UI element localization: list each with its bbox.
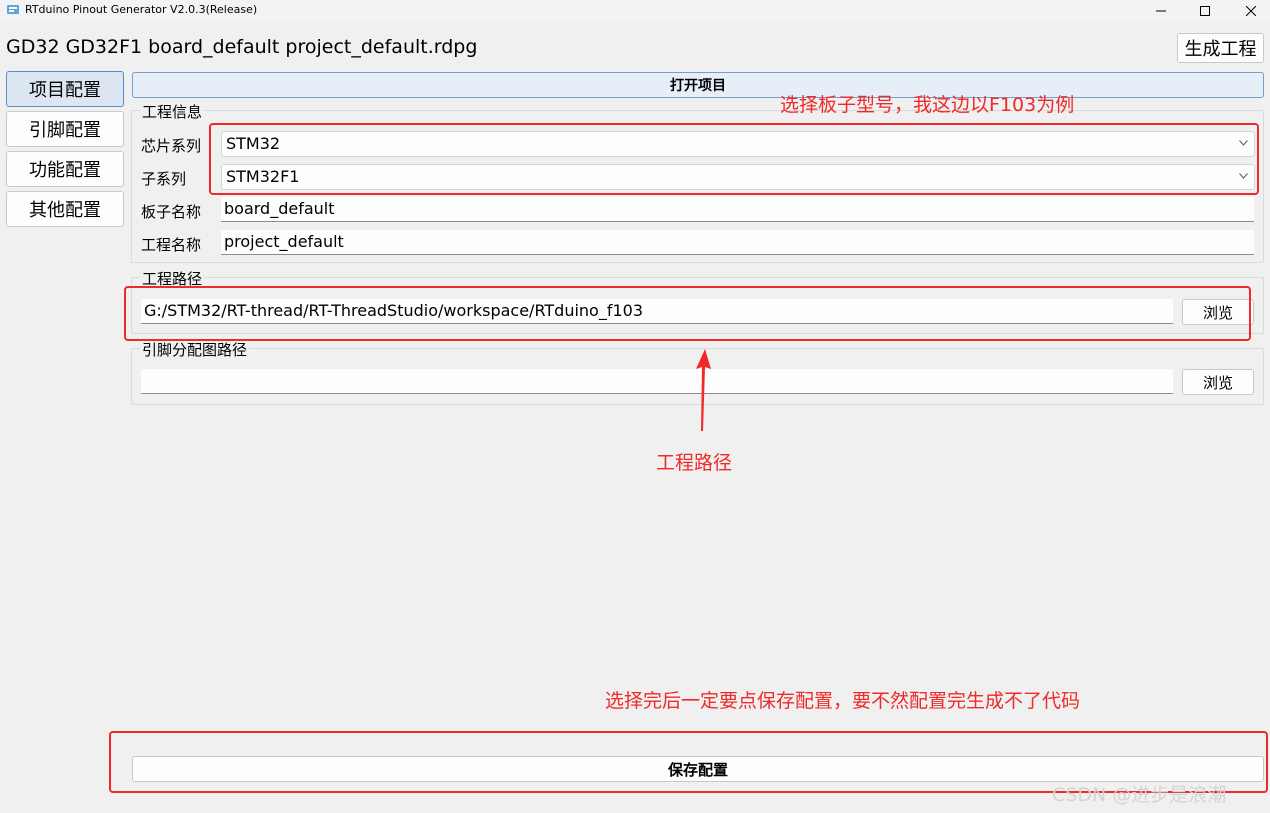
board-selection-highlight	[209, 123, 1259, 195]
maximize-icon	[1200, 6, 1210, 16]
project-name-label: 工程名称	[141, 236, 202, 254]
project-path-highlight	[124, 286, 1251, 341]
maximize-button[interactable]	[1182, 0, 1228, 22]
nav-function-config-button[interactable]: 功能配置	[6, 151, 124, 187]
minimize-icon	[1156, 10, 1166, 12]
nav-other-config-button[interactable]: 其他配置	[6, 191, 124, 227]
project-info-title: 工程信息	[140, 101, 205, 122]
board-selection-note: 选择板子型号，我这边以F103为例	[780, 94, 1075, 116]
close-button[interactable]	[1228, 0, 1270, 22]
sub-series-label: 子系列	[141, 170, 187, 188]
generate-project-button[interactable]: 生成工程	[1177, 33, 1264, 63]
watermark: CSDN @进步是浪潮	[1052, 784, 1227, 806]
project-name-input[interactable]: project_default	[221, 230, 1254, 255]
board-name-label: 板子名称	[141, 203, 202, 221]
save-reminder-note: 选择完后一定要点保存配置，要不然配置完生成不了代码	[605, 690, 1081, 712]
pinmap-path-browse-button[interactable]: 浏览	[1182, 369, 1254, 395]
nav-pin-config-button[interactable]: 引脚配置	[6, 111, 124, 147]
window-title: RTduino Pinout Generator V2.0.3(Release)	[25, 3, 258, 16]
nav-project-config-button[interactable]: 项目配置	[6, 71, 124, 107]
board-name-input[interactable]: board_default	[221, 197, 1254, 222]
minimize-button[interactable]	[1138, 0, 1184, 22]
project-title: GD32 GD32F1 board_default project_defaul…	[6, 36, 478, 58]
title-bar: RTduino Pinout Generator V2.0.3(Release)	[0, 0, 1270, 22]
open-project-button[interactable]: 打开项目	[132, 72, 1264, 98]
close-icon	[1246, 6, 1256, 16]
pinmap-path-input[interactable]	[141, 369, 1173, 394]
arrow-up-icon	[696, 349, 711, 431]
chip-series-label: 芯片系列	[141, 137, 202, 155]
project-path-note: 工程路径	[656, 452, 733, 474]
app-icon	[7, 5, 19, 14]
pinmap-path-title: 引脚分配图路径	[140, 339, 250, 360]
